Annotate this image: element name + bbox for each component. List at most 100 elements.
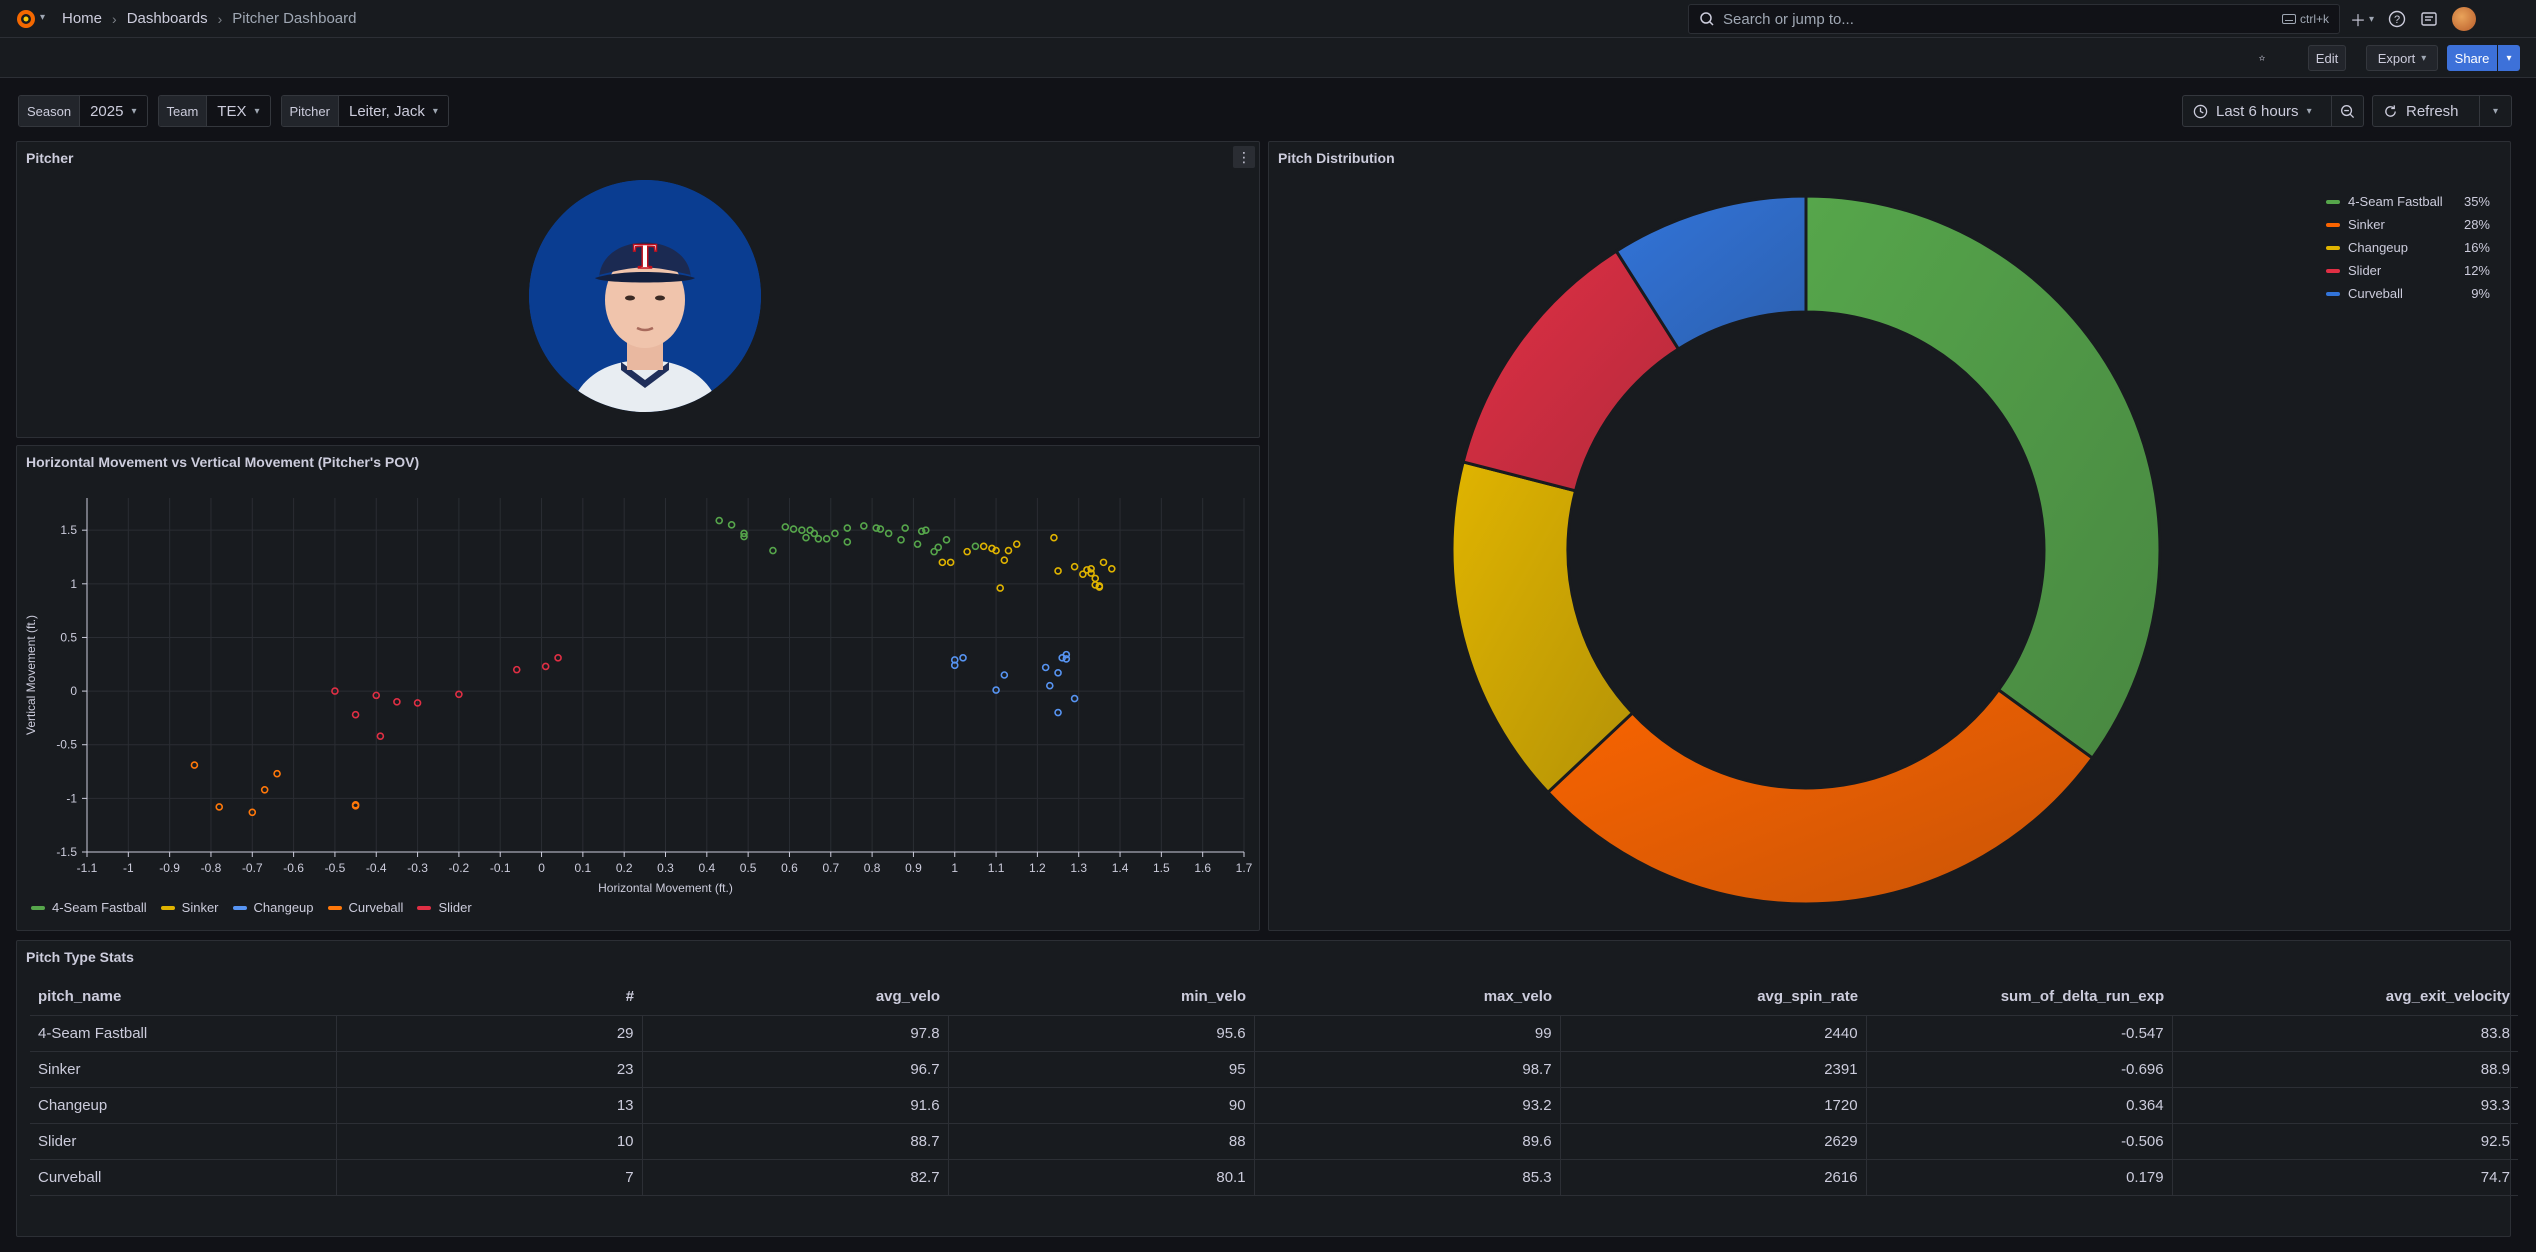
news-icon[interactable] [2420, 6, 2438, 32]
keyboard-shortcut: ctrl+k [2281, 12, 2329, 26]
x-tick-label: 0.5 [740, 861, 757, 875]
table-cell: 23 [336, 1051, 643, 1088]
table-row: 4-Seam Fastball 29 97.8 95.6 99 2440 -0.547 83.… [30, 1015, 2518, 1052]
breadcrumb-dashboards[interactable]: Dashboards [127, 10, 208, 27]
column-header[interactable]: avg_velo [642, 979, 949, 1016]
column-header[interactable]: max_velo [1254, 979, 1561, 1016]
search-input[interactable]: Search or jump to... ctrl+k [1688, 4, 2340, 34]
legend-swatch [417, 905, 432, 910]
legend-item[interactable]: Slider [417, 900, 472, 915]
donut-slice [1804, 194, 2162, 761]
top-navbar: ▾ Home › Dashboards › Pitcher Dashboard … [0, 0, 2536, 38]
legend-item[interactable]: 4-Seam Fastball [31, 900, 147, 915]
help-icon[interactable]: ? [2388, 6, 2406, 32]
star-icon[interactable] [2249, 45, 2275, 71]
x-tick-label: 0.3 [657, 861, 674, 875]
legend-item[interactable]: Sinker 28% [2326, 213, 2490, 236]
x-tick-label: 1.3 [1070, 861, 1087, 875]
x-tick-label: 1.2 [1029, 861, 1046, 875]
table-row: Slider 10 88.7 88 89.6 2629 -0.506 92.5 [30, 1123, 2518, 1160]
table-cell: 80.1 [948, 1159, 1255, 1196]
table-cell: 85.3 [1254, 1159, 1561, 1196]
column-header[interactable]: avg_spin_rate [1560, 979, 1867, 1016]
x-tick-label: -0.2 [449, 861, 470, 875]
column-header[interactable]: min_velo [948, 979, 1255, 1016]
grafana-logo-icon[interactable] [14, 7, 38, 31]
table-cell: 1720 [1560, 1087, 1867, 1124]
zoom-out-button[interactable] [2332, 95, 2364, 127]
scatter-point [971, 542, 980, 551]
share-menu-button[interactable]: ▾ [2498, 45, 2520, 71]
edit-button[interactable]: Edit [2308, 45, 2346, 71]
y-tick-label: 0 [70, 684, 77, 698]
table-cell: 2629 [1560, 1123, 1867, 1160]
legend-item[interactable]: Changeup [232, 900, 314, 915]
share-button[interactable]: Share [2447, 45, 2497, 71]
y-tick-label: -1 [66, 791, 77, 805]
user-avatar[interactable] [2452, 7, 2477, 31]
legend-label: Changeup [253, 900, 314, 915]
variable-value[interactable]: 2025 ▾ [80, 96, 147, 126]
legend-item[interactable]: Curveball [327, 900, 403, 915]
x-tick-label: 0.8 [864, 861, 881, 875]
refresh-interval-button[interactable]: ▾ [2480, 95, 2512, 127]
variable-value-text: TEX [217, 102, 247, 120]
variable-value-text: Leiter, Jack [348, 102, 425, 120]
table-cell: Curveball [30, 1159, 337, 1196]
legend-item[interactable]: Slider 12% [2326, 259, 2490, 282]
table-cell: 88.9 [2172, 1051, 2518, 1088]
pitcher-photo: T [529, 180, 761, 412]
legend-item[interactable]: Sinker [160, 900, 219, 915]
clock-icon [2193, 104, 2208, 118]
variable-pitcher[interactable]: Pitcher Leiter, Jack ▾ [280, 95, 449, 127]
stats-panel: Pitch Type Stats pitch_name # avg_velo min_… [16, 940, 2518, 1237]
x-tick-label: -0.3 [407, 861, 428, 875]
chevron-right-icon: › [217, 10, 223, 27]
chevron-down-icon: ▾ [2506, 52, 2512, 64]
legend-item[interactable]: Changeup 16% [2326, 236, 2490, 259]
column-header[interactable]: avg_exit_velocity [2172, 979, 2518, 1016]
scatter-point [781, 523, 790, 531]
scatter-point [541, 662, 550, 671]
table-header-row: pitch_name # avg_velo min_velo max_velo avg_s… [30, 979, 2518, 1016]
column-header[interactable]: # [336, 979, 643, 1016]
column-header[interactable]: pitch_name [30, 979, 337, 1016]
panel-title: Pitch Type Stats [26, 949, 134, 965]
legend-percent: 35% [2463, 194, 2490, 209]
legend-item[interactable]: 4-Seam Fastball 35% [2326, 190, 2490, 213]
scatter-point [1041, 663, 1050, 672]
legend-item[interactable]: Curveball 9% [2326, 282, 2490, 305]
donut-slice [1545, 687, 2095, 906]
table-cell: -0.547 [1866, 1015, 2173, 1052]
scatter-point [769, 546, 777, 555]
table-cell: -0.696 [1866, 1051, 2173, 1088]
legend-swatch [160, 905, 175, 910]
scatter-point [1012, 540, 1021, 548]
x-tick-label: -0.9 [159, 861, 180, 875]
x-tick-label: -0.1 [490, 861, 511, 875]
donut-legend: 4-Seam Fastball 35% Sinker 28% Changeup 16% Sl… [2326, 190, 2490, 305]
scatter-point [996, 584, 1005, 592]
refresh-button[interactable]: Refresh [2372, 95, 2480, 127]
chevron-down-icon[interactable]: ▾ [40, 12, 45, 23]
movement-scatter-plot: -1.1 -1 -0.9 -0.8 -0.7 -0.6 -0.5 -0.4 -0.3 -0.2 -0… [24, 498, 1253, 895]
variable-value[interactable]: TEX ▾ [207, 96, 270, 126]
table-cell: Changeup [30, 1087, 337, 1124]
variable-season[interactable]: Season 2025 ▾ [18, 95, 148, 127]
variable-label: Team [158, 96, 208, 126]
plus-icon[interactable]: ＋ ▾ [2350, 6, 2374, 32]
variable-team[interactable]: Team TEX ▾ [157, 95, 271, 127]
chevron-down-icon: ▾ [2492, 105, 2499, 117]
time-range-picker[interactable]: Last 6 hours ▾ [2182, 95, 2332, 127]
x-tick-label: -0.7 [242, 861, 263, 875]
table-cell: 97.8 [642, 1015, 949, 1052]
table-cell: 74.7 [2172, 1159, 2518, 1196]
column-header[interactable]: sum_of_delta_run_exp [1866, 979, 2173, 1016]
panel-menu-icon[interactable]: ⋮ [1233, 146, 1255, 168]
variable-value[interactable]: Leiter, Jack ▾ [338, 96, 448, 126]
breadcrumb-home[interactable]: Home [62, 10, 102, 27]
x-tick-label: -0.5 [325, 861, 346, 875]
export-button[interactable]: Export ▾ [2366, 45, 2438, 71]
scatter-point [1107, 565, 1116, 573]
legend-percent: 16% [2463, 240, 2490, 255]
